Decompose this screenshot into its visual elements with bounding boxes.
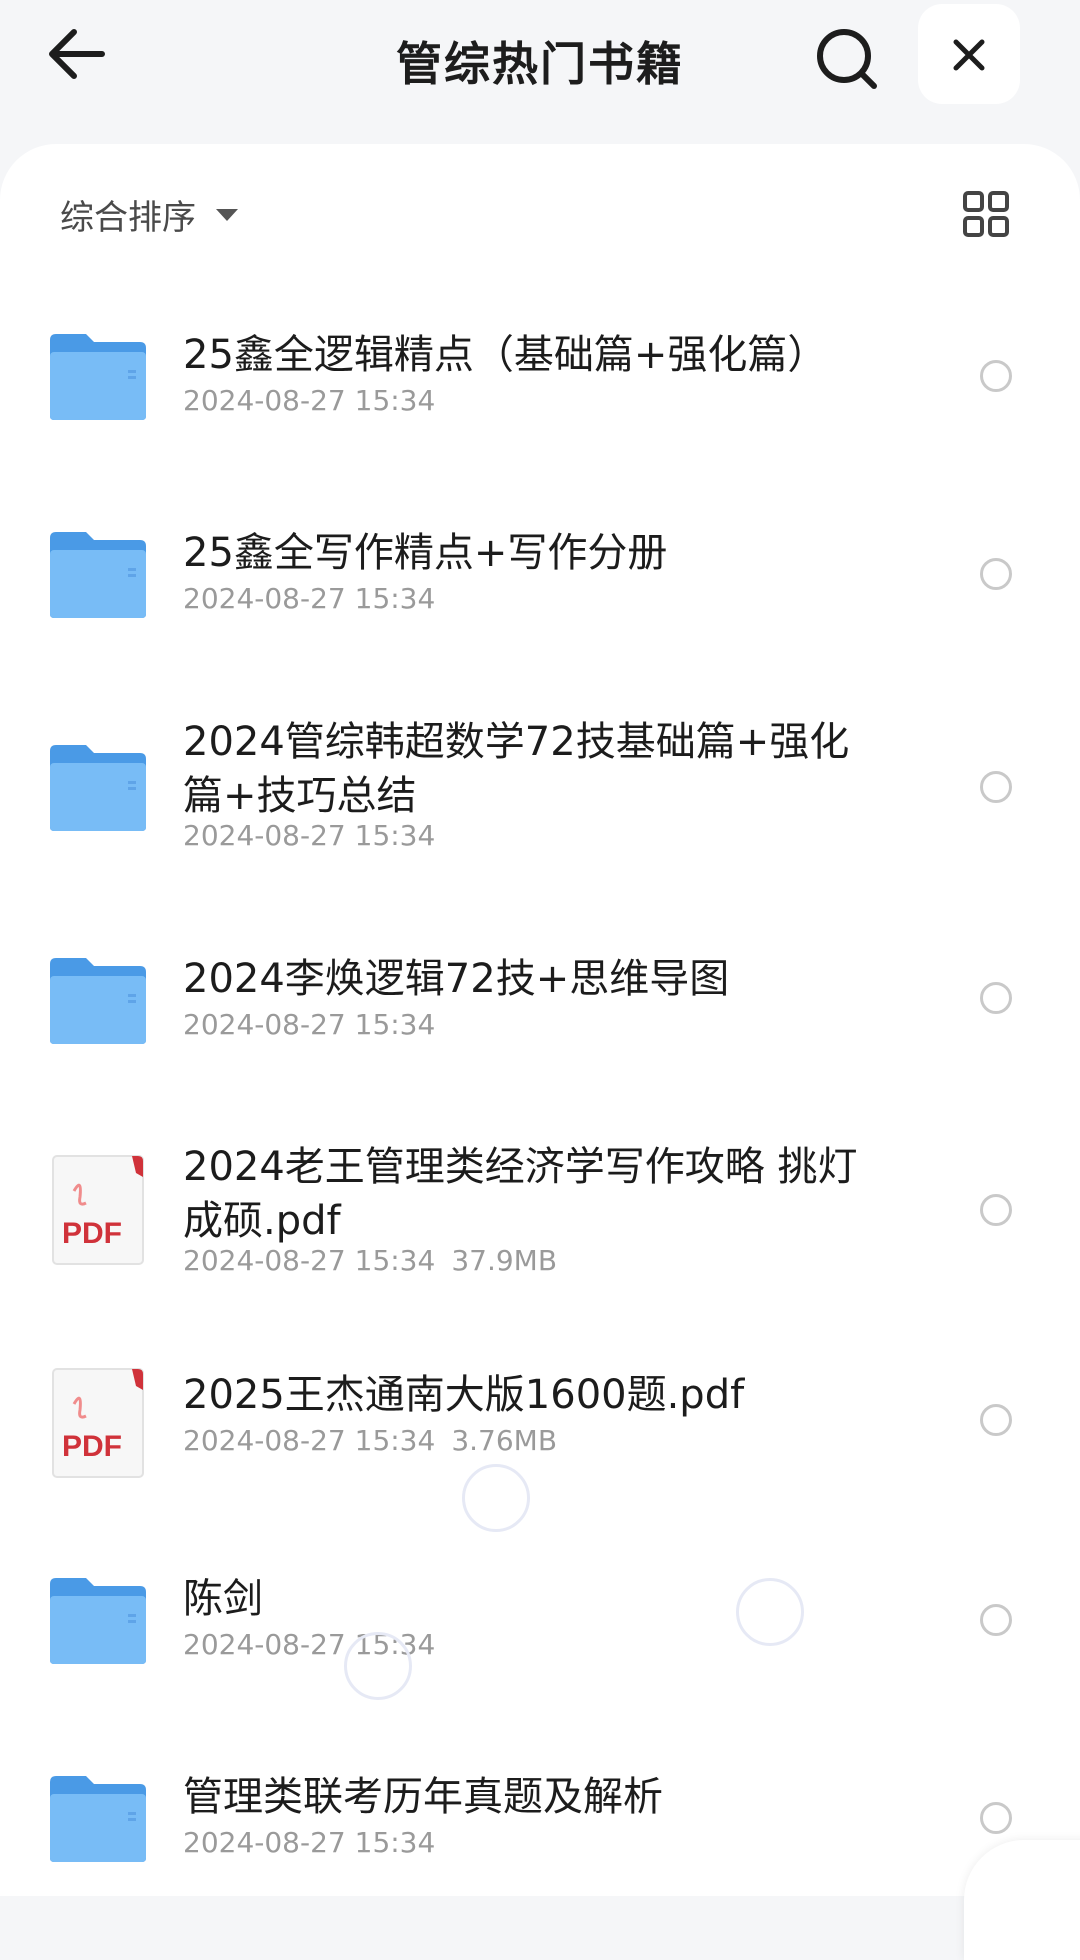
grid-view-icon [963,191,1009,237]
file-name: 管理类联考历年真题及解析 [183,1774,663,1820]
select-checkbox[interactable] [980,1404,1012,1436]
file-name: 2024老王管理类经济学写作攻略 挑灯成硕.pdf [183,1144,858,1244]
file-date: 2024-08-27 15:34 [183,384,436,417]
file-name: 25鑫全逻辑精点（基础篇+强化篇） [183,332,828,378]
file-name: 2025王杰通南大版1600题.pdf [183,1372,745,1418]
folder-icon [50,1776,146,1862]
file-date: 2024-08-27 15:34 [183,1826,436,1859]
list-item[interactable]: PDF 2024老王管理类经济学写作攻略 挑灯成硕.pdf 2024-08-27… [0,1140,1080,1290]
pdf-file-icon: PDF [52,1155,144,1265]
touch-ripple [344,1632,412,1700]
list-item[interactable]: 25鑫全逻辑精点（基础篇+强化篇） 2024-08-27 15:34 [0,320,1080,440]
grid-view-toggle[interactable] [962,190,1010,238]
pdf-file-icon: PDF [52,1368,144,1478]
folder-icon [50,958,146,1044]
file-meta: 2024-08-27 15:34 [183,1008,883,1042]
caret-down-icon [216,208,238,221]
list-item[interactable]: 2024李焕逻辑72技+思维导图 2024-08-27 15:34 [0,944,1080,1064]
touch-ripple [462,1464,530,1532]
pdf-badge-text: PDF [62,1217,122,1250]
list-item[interactable]: PDF 2025王杰通南大版1600题.pdf 2024-08-27 15:34… [0,1360,1080,1490]
folder-icon [50,745,146,831]
list-item[interactable]: 陈剑 2024-08-27 15:34 [0,1564,1080,1684]
file-size: 3.76MB [451,1424,558,1457]
file-meta: 2024-08-27 15:34 [183,384,883,418]
top-bar: 管综热门书籍 [0,0,1080,120]
file-name: 2024管综韩超数学72技基础篇+强化篇+技巧总结 [183,719,850,819]
file-size: 37.9MB [451,1244,558,1277]
select-checkbox[interactable] [980,1194,1012,1226]
file-meta: 2024-08-27 15:34 37.9MB [183,1244,883,1278]
touch-ripple [736,1578,804,1646]
file-date: 2024-08-27 15:34 [183,582,436,615]
file-date: 2024-08-27 15:34 [183,1008,436,1041]
file-meta: 2024-08-27 15:34 [183,819,883,853]
folder-icon [50,334,146,420]
file-meta: 2024-08-27 15:34 3.76MB [183,1424,883,1458]
select-checkbox[interactable] [980,360,1012,392]
select-checkbox[interactable] [980,1604,1012,1636]
select-checkbox[interactable] [980,982,1012,1014]
select-checkbox[interactable] [980,558,1012,590]
file-name: 25鑫全写作精点+写作分册 [183,530,668,576]
search-button[interactable] [810,22,886,98]
search-icon [817,29,877,89]
file-date: 2024-08-27 15:34 [183,1424,436,1457]
folder-icon [50,532,146,618]
pdf-badge-text: PDF [62,1430,122,1463]
file-name: 2024李焕逻辑72技+思维导图 [183,956,730,1002]
file-date: 2024-08-27 15:34 [183,819,436,852]
floating-action-edge[interactable] [964,1840,1080,1960]
file-meta: 2024-08-27 15:34 [183,1826,883,1860]
file-meta: 2024-08-27 15:34 [183,582,883,616]
sort-dropdown[interactable]: 综合排序 [60,190,238,239]
select-checkbox[interactable] [980,771,1012,803]
sort-label: 综合排序 [60,198,196,238]
close-button[interactable] [918,4,1020,104]
file-date: 2024-08-27 15:34 [183,1244,436,1277]
list-item[interactable]: 管理类联考历年真题及解析 2024-08-27 15:34 [0,1762,1080,1882]
folder-icon [50,1578,146,1664]
list-item[interactable]: 2024管综韩超数学72技基础篇+强化篇+技巧总结 2024-08-27 15:… [0,715,1080,865]
select-checkbox[interactable] [980,1802,1012,1834]
close-icon [953,39,985,71]
list-item[interactable]: 25鑫全写作精点+写作分册 2024-08-27 15:34 [0,518,1080,638]
